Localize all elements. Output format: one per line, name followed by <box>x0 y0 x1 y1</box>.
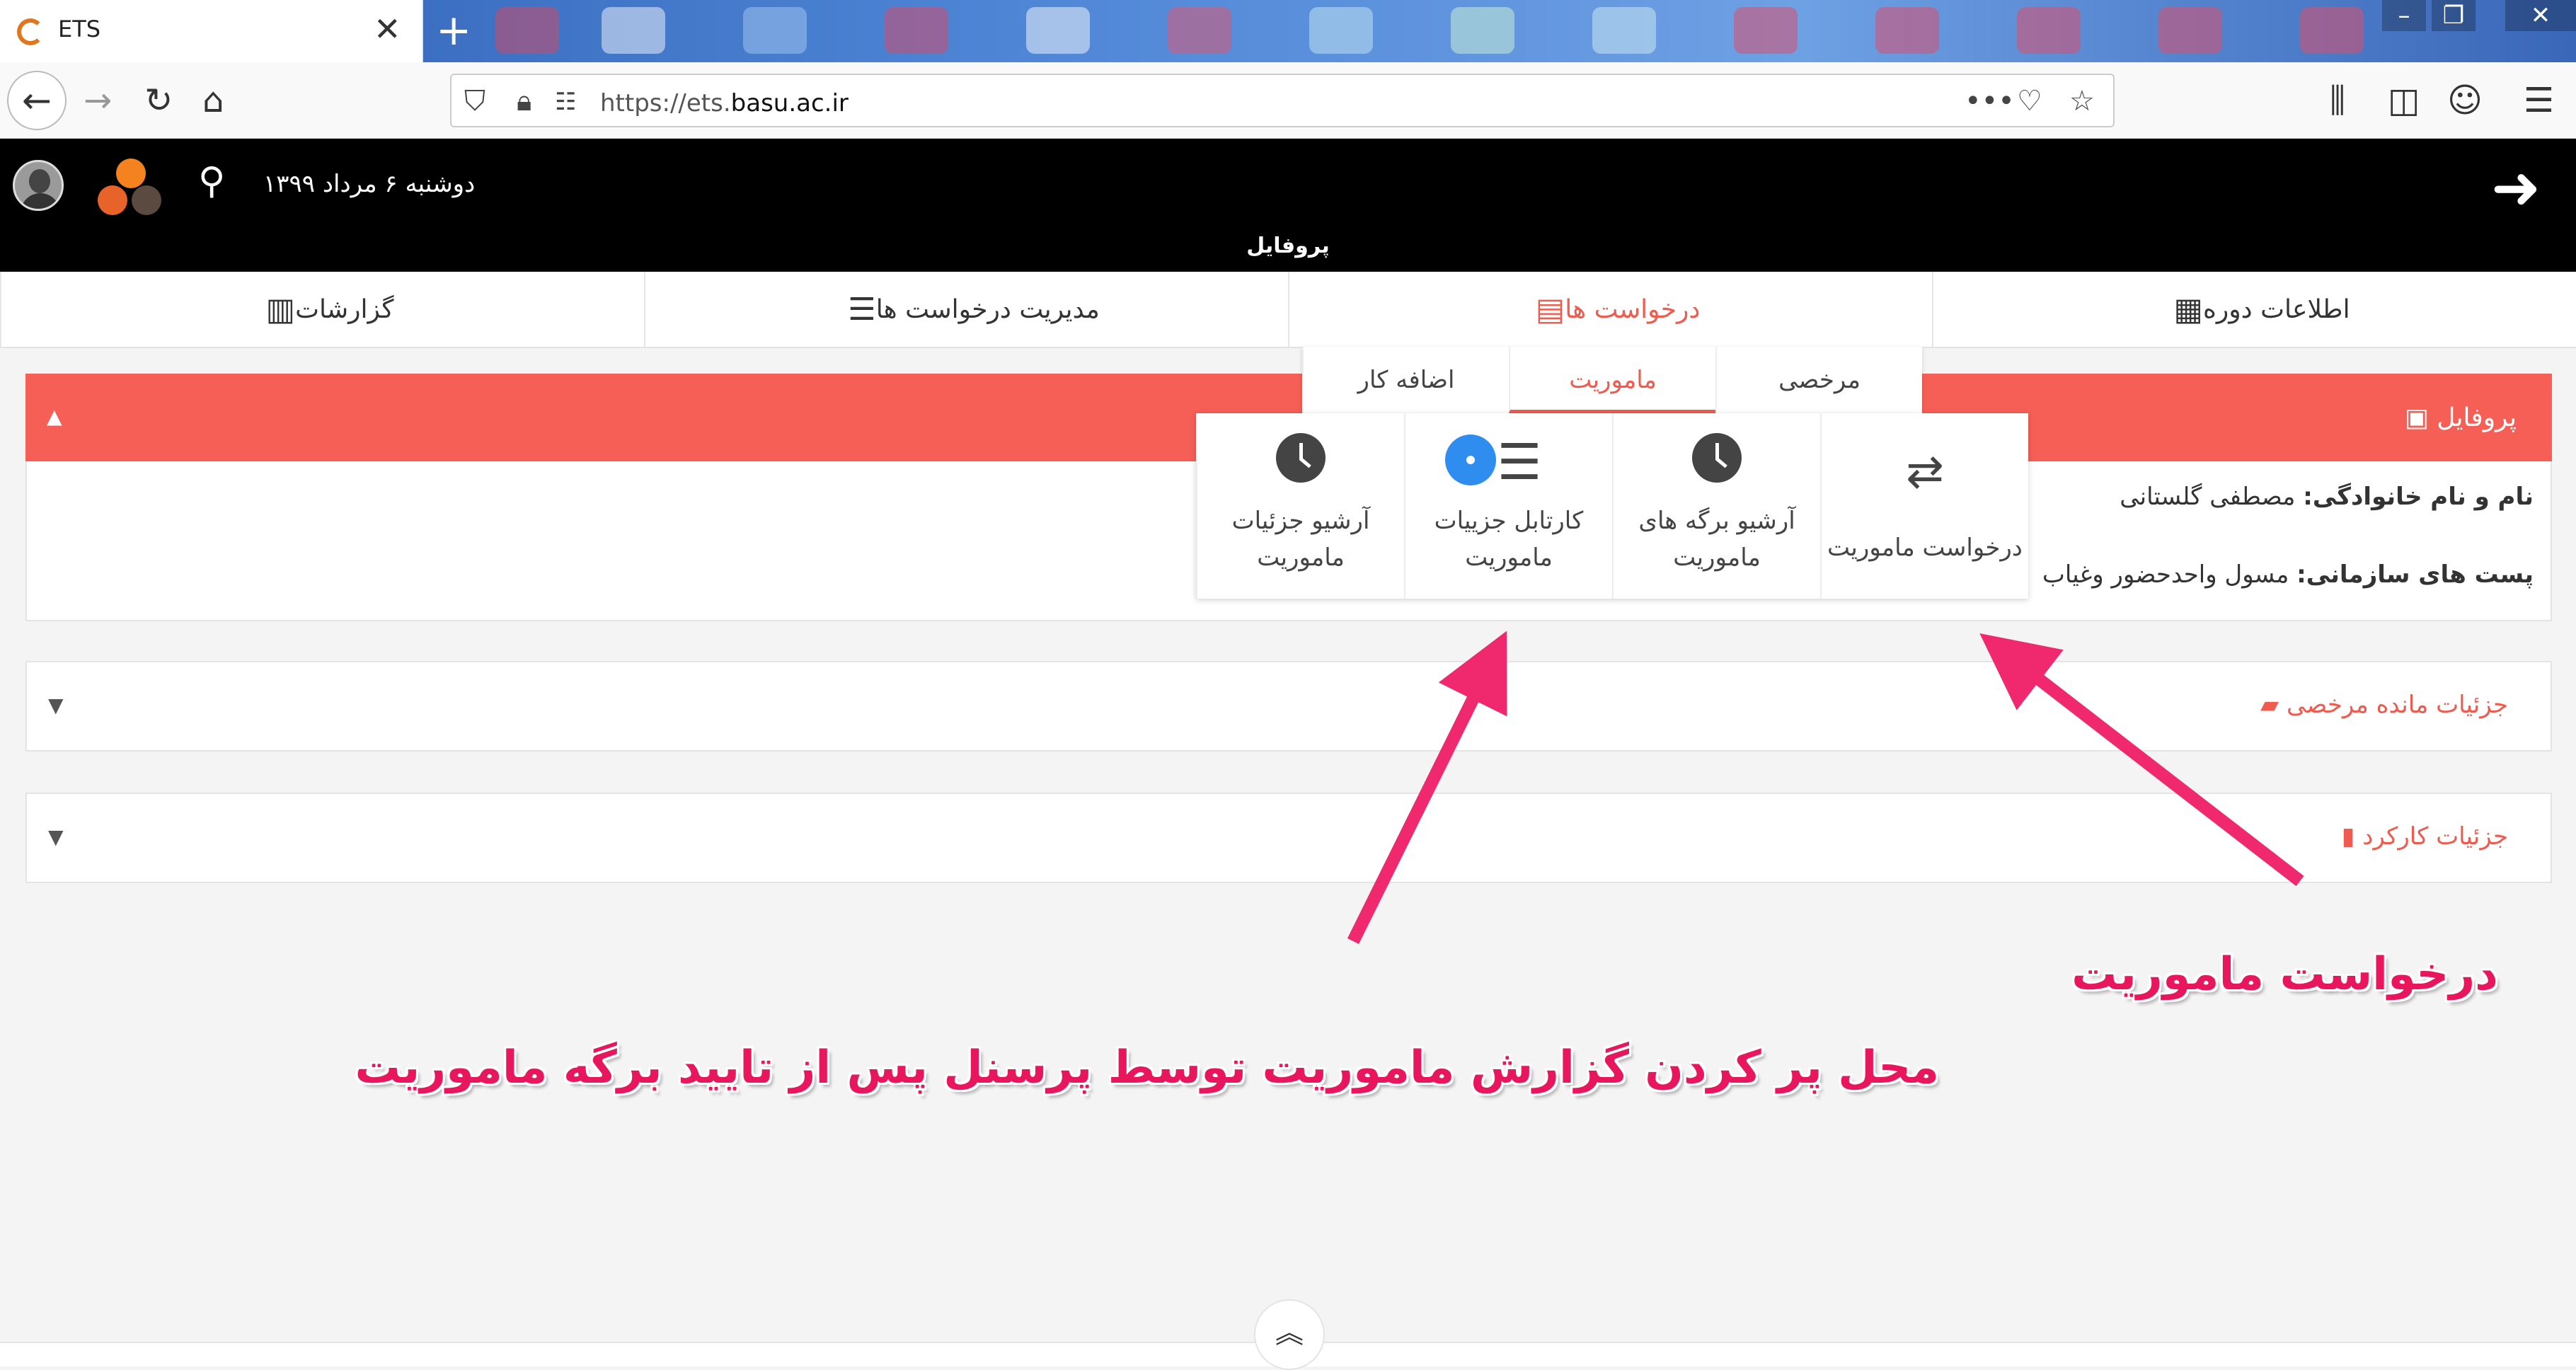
arrow-to-cartable <box>1347 631 1507 944</box>
arrow-to-request <box>1979 633 2304 887</box>
annotation-report: محل پر کردن گزارش ماموریت توسط پرسنل پس … <box>355 1042 1940 1094</box>
scroll-to-top-button[interactable]: ︽ <box>1254 1299 1325 1370</box>
annotation-arrows <box>1347 631 2304 944</box>
double-chevron-up-icon: ︽ <box>1275 1317 1304 1349</box>
annotation-request: درخواست ماموریت <box>2071 948 2498 1001</box>
